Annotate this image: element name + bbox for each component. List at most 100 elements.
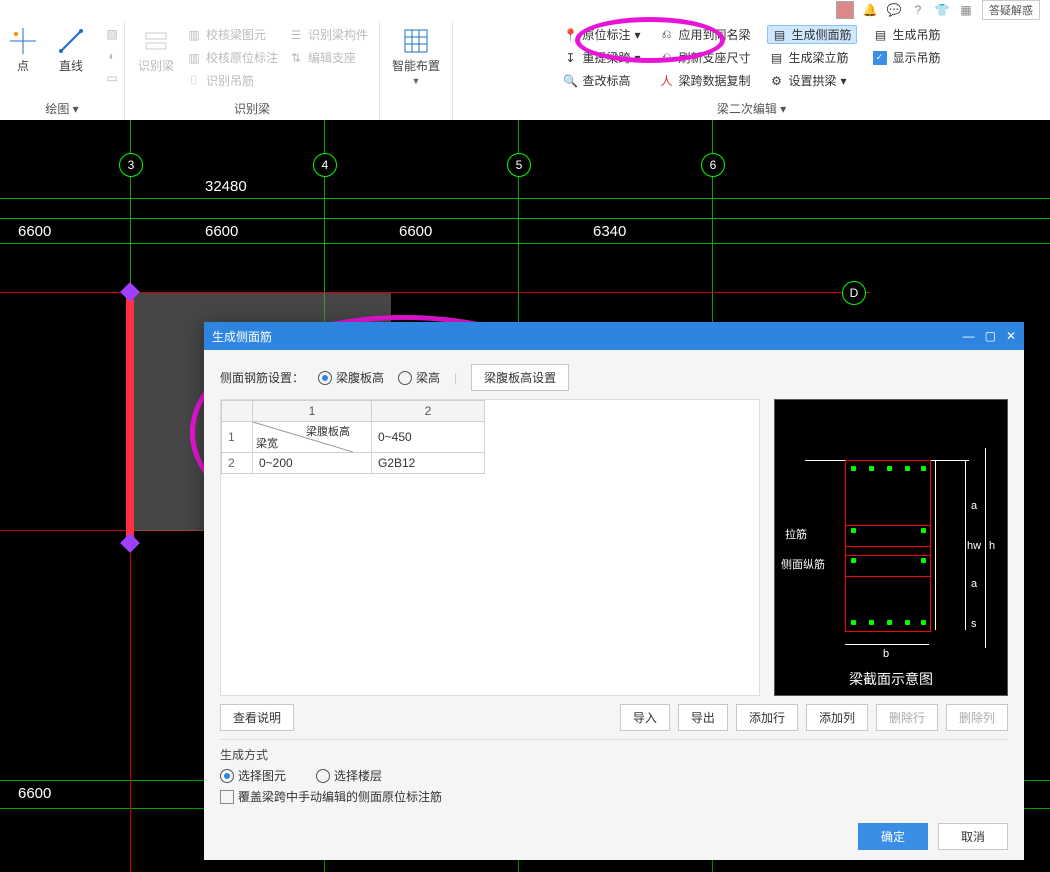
- axis-bubble-5: 5: [507, 153, 531, 177]
- tool-show-stirrup[interactable]: ✓显示吊筋: [871, 48, 943, 67]
- skin-icon[interactable]: 👕: [934, 2, 950, 18]
- axis-bubble-4: 4: [313, 153, 337, 177]
- tool-origin-mark[interactable]: 📍原位标注 ▾: [560, 25, 642, 44]
- btn-del-col[interactable]: 删除列: [946, 704, 1008, 731]
- reinf-table[interactable]: 1 2 1 梁腹板高 梁宽 0~450: [220, 399, 760, 696]
- dim-span-3: 6340: [593, 223, 626, 240]
- dialog-title-text: 生成侧面筋: [212, 328, 272, 345]
- chat-icon[interactable]: 💬: [886, 2, 902, 18]
- ribbon-group-smart: 智能布置 ▼: [380, 21, 453, 121]
- tool-line-label: 直线: [59, 57, 83, 74]
- dim-span-1: 6600: [205, 223, 238, 240]
- axis-bubble-d: D: [842, 281, 866, 305]
- btn-export[interactable]: 导出: [678, 704, 728, 731]
- dim-span-0a: 6600: [18, 223, 51, 240]
- btn-web-height-setting[interactable]: 梁腹板高设置: [471, 364, 569, 391]
- btn-add-col[interactable]: 添加列: [806, 704, 868, 731]
- refresh-icon: ⎌: [659, 50, 675, 66]
- radio-by-elem[interactable]: 选择图元: [220, 767, 286, 784]
- selected-beam[interactable]: [126, 292, 134, 540]
- axis-bubble-6: 6: [701, 153, 725, 177]
- btn-ok[interactable]: 确定: [858, 823, 928, 850]
- gen-stirrup-icon: ▤: [873, 27, 889, 43]
- dialog-max-icon[interactable]: ▢: [985, 329, 996, 343]
- dialog-footer: 确定 取消: [204, 813, 1024, 860]
- copy-icon: 人: [659, 73, 675, 89]
- cell-r1c2[interactable]: 0~450: [372, 422, 485, 453]
- panel-icon[interactable]: ▦: [958, 2, 974, 18]
- tool-gen-stirrup[interactable]: ▤生成吊筋: [871, 25, 943, 44]
- dim-span-2: 6600: [399, 223, 432, 240]
- setting-label: 侧面钢筋设置：: [220, 369, 304, 386]
- radio-by-floor[interactable]: 选择楼层: [316, 767, 382, 784]
- col-head-1[interactable]: 1: [253, 401, 372, 422]
- check-icon: ▥: [186, 50, 202, 66]
- misc-icon: ▧: [104, 26, 120, 42]
- tool-set-arch-beam[interactable]: ⚙设置拱梁 ▾: [767, 71, 857, 90]
- member-icon: ☰: [288, 27, 304, 43]
- dialog-min-icon[interactable]: —: [963, 329, 975, 343]
- chk-override[interactable]: 覆盖梁跨中手动编辑的侧面原位标注筋: [220, 788, 1008, 805]
- radio-icon: [318, 371, 332, 385]
- tool-gen-vert-reinf[interactable]: ▤生成梁立筋: [767, 48, 857, 67]
- stirrup-icon: ⌷: [186, 73, 202, 89]
- gen-vert-icon: ▤: [769, 50, 785, 66]
- btn-cancel[interactable]: 取消: [938, 823, 1008, 850]
- radio-web-height[interactable]: 梁腹板高: [318, 369, 384, 386]
- label-side: 侧面纵筋: [781, 556, 825, 572]
- app-top-strip: 🔔 💬 ? 👕 ▦ 答疑解惑: [0, 0, 1050, 21]
- btn-del-row[interactable]: 删除行: [876, 704, 938, 731]
- tool-check-origin-mark: ▥校核原位标注: [184, 48, 280, 67]
- gen-side-icon: ▤: [772, 27, 788, 43]
- faq-button[interactable]: 答疑解惑: [982, 0, 1040, 20]
- dim-a2: a: [971, 578, 977, 590]
- dim-bottom: 6600: [18, 785, 51, 802]
- row-head-2[interactable]: 2: [222, 453, 253, 474]
- tool-line[interactable]: 直线: [50, 25, 92, 76]
- tool-point[interactable]: 点: [2, 25, 44, 76]
- tool-apply-same-name[interactable]: ⎌应用到同名梁: [657, 25, 753, 44]
- point-icon: [9, 27, 37, 55]
- cell-r2c2[interactable]: G2B12: [372, 453, 485, 474]
- tool-relift-span[interactable]: ↧重提梁跨 ▾: [560, 48, 642, 67]
- tool-gen-side-reinf[interactable]: ▤生成侧面筋: [767, 25, 857, 44]
- ribbon: 点 直线 ▧ ◐ ▭ 绘图 ▾ 识别梁 ▥校核梁图元 ▥校核原位标注 ⌷识别: [0, 21, 1050, 122]
- generate-section: 生成方式 选择图元 选择楼层 覆盖梁跨中手动编辑的侧面原位标注筋: [220, 739, 1008, 805]
- ribbon-group-edit: 📍原位标注 ▾ ↧重提梁跨 ▾ 🔍查改标高 ⎌应用到同名梁 ⎌刷新支座尺寸 人梁…: [453, 21, 1050, 121]
- tool-point-label: 点: [17, 57, 29, 74]
- btn-import[interactable]: 导入: [620, 704, 670, 731]
- tool-copy-span-data[interactable]: 人梁跨数据复制: [657, 71, 753, 90]
- support-icon: ⇅: [288, 50, 304, 66]
- tool-misc-1[interactable]: ▧: [102, 25, 122, 43]
- apply-icon: ⎌: [659, 27, 675, 43]
- misc-icon: ◐: [104, 48, 120, 64]
- col-head-2[interactable]: 2: [372, 401, 485, 422]
- group-label-recognize: 识别梁: [234, 98, 270, 119]
- tool-recognize-beam-member: ☰识别梁构件: [286, 25, 370, 44]
- radio-beam-height[interactable]: 梁高: [398, 369, 440, 386]
- btn-add-row[interactable]: 添加行: [736, 704, 798, 731]
- cell-r2c1[interactable]: 0~200: [253, 453, 372, 474]
- dim-h: h: [989, 540, 995, 552]
- tool-recognize-stirrup: ⌷识别吊筋: [184, 71, 280, 90]
- tool-edit-support: ⇅编辑支座: [286, 48, 370, 67]
- bell-icon[interactable]: 🔔: [862, 2, 878, 18]
- grip-bottom[interactable]: [120, 533, 140, 553]
- corner-cell: [222, 401, 253, 422]
- tool-change-elev[interactable]: 🔍查改标高: [560, 71, 642, 90]
- tool-refresh-support[interactable]: ⎌刷新支座尺寸: [657, 48, 753, 67]
- help-icon[interactable]: ?: [910, 2, 926, 18]
- btn-view-desc[interactable]: 查看说明: [220, 704, 294, 731]
- dialog-titlebar[interactable]: 生成侧面筋 — ▢ ✕: [204, 322, 1024, 350]
- tool-smart-layout[interactable]: 智能布置 ▼: [388, 25, 444, 88]
- tool-misc-3[interactable]: ▭: [102, 69, 122, 87]
- avatar-icon[interactable]: [836, 1, 854, 19]
- tool-misc-2[interactable]: ◐: [102, 47, 122, 65]
- radio-icon: [398, 371, 412, 385]
- setting-row: 侧面钢筋设置： 梁腹板高 梁高 | 梁腹板高设置: [220, 364, 1008, 391]
- table-buttons-row: 查看说明 导入 导出 添加行 添加列 删除行 删除列: [220, 704, 1008, 731]
- check-icon: ▥: [186, 27, 202, 43]
- dialog-close-icon[interactable]: ✕: [1006, 329, 1016, 343]
- dim-a1: a: [971, 500, 977, 512]
- row-head-1[interactable]: 1: [222, 422, 253, 453]
